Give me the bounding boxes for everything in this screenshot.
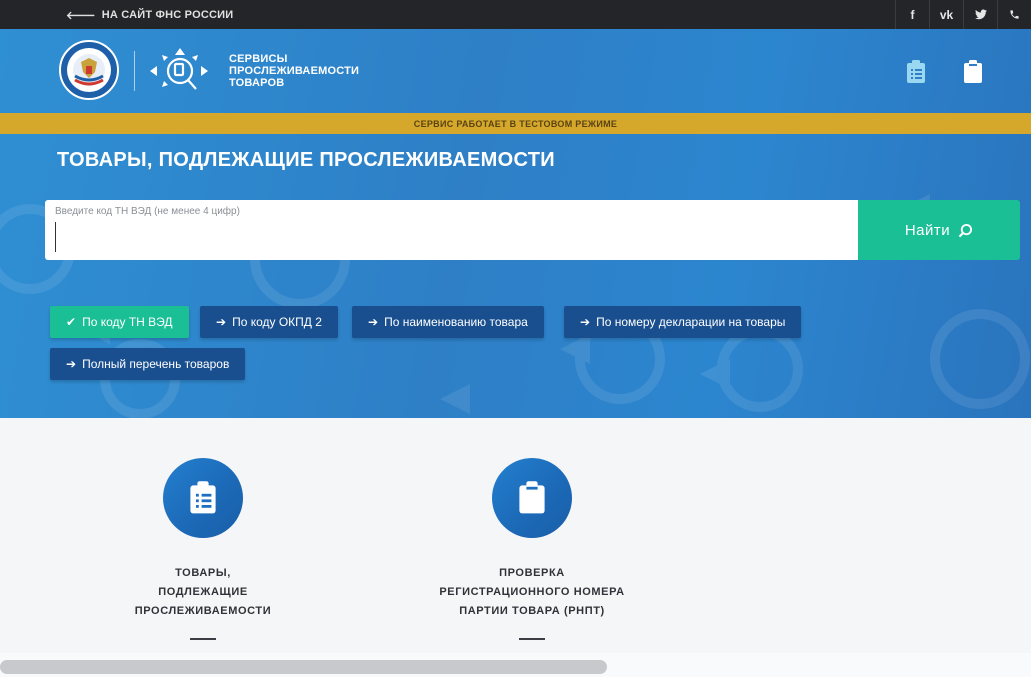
clipboard-list-icon[interactable] xyxy=(906,60,926,84)
traceable-goods-card-icon[interactable] xyxy=(163,458,243,538)
arrow-right-icon: ➔ xyxy=(580,315,591,329)
full-list-button[interactable]: ➔ Полный перечень товаров xyxy=(50,348,246,380)
full-list-label: Полный перечень товаров xyxy=(82,357,230,371)
back-to-fns-link[interactable]: 🡐 НА САЙТ ФНС РОССИИ xyxy=(66,0,233,29)
traceable-goods-line-3: ПРОСЛЕЖИВАЕМОСТИ xyxy=(134,605,272,617)
rnpt-check-card-title[interactable]: ПРОВЕРКА РЕГИСТРАЦИОННОГО НОМЕРА ПАРТИИ … xyxy=(402,564,662,621)
filter-declaration-label: По номеру декларации на товары xyxy=(596,315,786,329)
arrow-right-icon: ➔ xyxy=(216,315,227,329)
search-icon xyxy=(958,223,973,237)
card-divider xyxy=(190,638,216,640)
logo-divider xyxy=(134,51,135,91)
tnved-search-input[interactable] xyxy=(55,222,845,252)
vk-icon[interactable]: vk xyxy=(929,0,963,29)
arrow-right-icon: ➔ xyxy=(66,357,77,371)
brand-line-1: СЕРВИСЫ xyxy=(229,53,288,65)
card-divider xyxy=(519,638,545,640)
search-label: Введите код ТН ВЭД (не менее 4 цифр) xyxy=(55,206,240,217)
top-bar: 🡐 НА САЙТ ФНС РОССИИ f vk xyxy=(0,0,1031,29)
clipboard-list-icon xyxy=(190,481,216,514)
filter-okpd2-label: По коду ОКПД 2 xyxy=(232,315,322,329)
filter-tnved-label: По коду ТН ВЭД xyxy=(82,315,173,329)
back-to-fns-label: НА САЙТ ФНС РОССИИ xyxy=(101,8,234,21)
filter-tnved-button[interactable]: ✔ По коду ТН ВЭД xyxy=(50,306,189,338)
search-box: Введите код ТН ВЭД (не менее 4 цифр) xyxy=(45,200,858,260)
horizontal-scrollbar-thumb[interactable] xyxy=(0,660,607,674)
search-button-label: Найти xyxy=(904,221,951,239)
rnpt-line-1: ПРОВЕРКА xyxy=(499,567,565,579)
fns-logo[interactable] xyxy=(59,40,119,100)
hero-section: СЕРВИСЫ ПРОСЛЕЖИВАЕМОСТИ ТОВАРОВ СЕРВИС … xyxy=(0,29,1031,418)
brand-line-3: ТОВАРОВ xyxy=(229,77,285,89)
clipboard-icon xyxy=(519,481,545,514)
rnpt-check-card-icon[interactable] xyxy=(492,458,572,538)
traceability-services-logo[interactable] xyxy=(148,47,210,99)
clipboard-icon[interactable] xyxy=(963,60,983,84)
phone-icon[interactable] xyxy=(997,0,1031,29)
filter-okpd2-button[interactable]: ➔ По коду ОКПД 2 xyxy=(200,306,338,338)
social-links: f vk xyxy=(895,0,1031,29)
facebook-icon[interactable]: f xyxy=(895,0,929,29)
test-mode-banner: СЕРВИС РАБОТАЕТ В ТЕСТОВОМ РЕЖИМЕ xyxy=(0,113,1031,134)
arrow-right-icon: ➔ xyxy=(368,315,379,329)
traceable-goods-line-2: ПОДЛЕЖАЩИЕ xyxy=(158,586,248,598)
search-button[interactable]: Найти xyxy=(858,200,1020,260)
filter-declaration-button[interactable]: ➔ По номеру декларации на товары xyxy=(564,306,802,338)
brand-title[interactable]: СЕРВИСЫ ПРОСЛЕЖИВАЕМОСТИ ТОВАРОВ xyxy=(229,53,359,89)
check-icon: ✔ xyxy=(66,315,77,329)
traceable-goods-line-1: ТОВАРЫ, xyxy=(175,567,231,579)
twitter-icon[interactable] xyxy=(963,0,997,29)
page-title: ТОВАРЫ, ПОДЛЕЖАЩИЕ ПРОСЛЕЖИВАЕМОСТИ xyxy=(57,149,555,171)
rnpt-line-2: РЕГИСТРАЦИОННОГО НОМЕРА xyxy=(439,586,625,598)
filter-name-label: По наименованию товара xyxy=(384,315,528,329)
filter-name-button[interactable]: ➔ По наименованию товара xyxy=(352,306,544,338)
arrow-left-icon: 🡐 xyxy=(66,9,96,22)
services-section: ТОВАРЫ, ПОДЛЕЖАЩИЕ ПРОСЛЕЖИВАЕМОСТИ ПРОВ… xyxy=(0,418,1031,643)
traceable-goods-card-title[interactable]: ТОВАРЫ, ПОДЛЕЖАЩИЕ ПРОСЛЕЖИВАЕМОСТИ xyxy=(103,564,303,621)
rnpt-line-3: ПАРТИИ ТОВАРА (РНПТ) xyxy=(459,605,605,617)
brand-line-2: ПРОСЛЕЖИВАЕМОСТИ xyxy=(229,65,360,77)
